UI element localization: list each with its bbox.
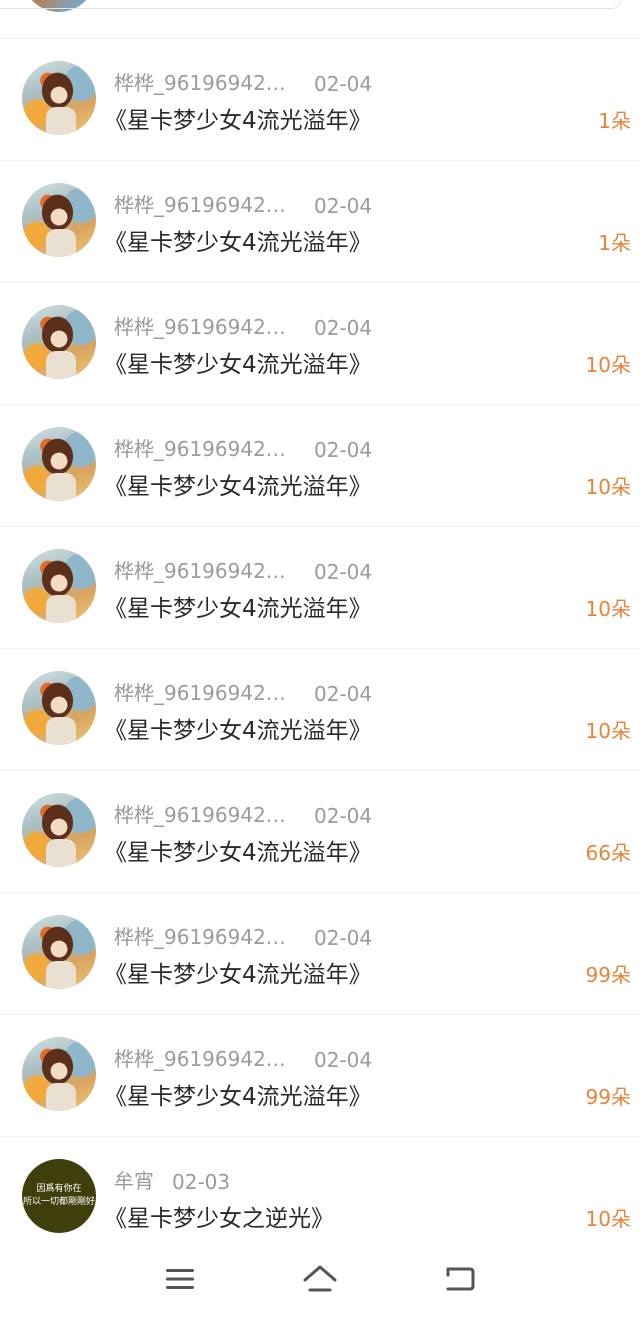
date: 02-04	[314, 316, 373, 340]
username[interactable]: 桦桦_96196942…	[114, 67, 294, 96]
back-icon	[446, 1267, 475, 1290]
item-meta: 桦桦_96196942… 02-04	[114, 921, 372, 950]
date: 02-04	[314, 1048, 373, 1072]
date: 02-03	[172, 1170, 231, 1194]
date: 02-04	[314, 438, 373, 462]
username[interactable]: 桦桦_96196942…	[114, 433, 294, 462]
item-meta: 牟宵 02-03	[114, 1165, 230, 1194]
work-title[interactable]: 《星卡梦少女4流光溢年》	[104, 101, 372, 135]
date: 02-04	[314, 804, 373, 828]
username[interactable]: 桦桦_96196942…	[114, 799, 294, 828]
avatar[interactable]	[22, 915, 96, 989]
avatar[interactable]	[22, 183, 96, 257]
list-item[interactable]: 桦桦_96196942… 02-04 《星卡梦少女4流光溢年》 99朵	[0, 893, 640, 1015]
avatar[interactable]	[22, 61, 96, 135]
avatar[interactable]: 因爲有你在 所以一切都剛剛好	[22, 1159, 96, 1233]
list-item[interactable]: 桦桦_96196942… 02-04 《星卡梦少女4流光溢年》 1朵	[0, 161, 640, 283]
gift-amount: 10朵	[585, 353, 631, 377]
username[interactable]: 牟宵	[114, 1165, 154, 1194]
username[interactable]: 桦桦_96196942…	[114, 311, 294, 340]
list-item[interactable]: 桦桦_96196942… 02-04 《星卡梦少女4流光溢年》 10朵	[0, 649, 640, 771]
avatar[interactable]	[22, 549, 96, 623]
gift-amount: 10朵	[585, 1207, 631, 1231]
item-meta: 桦桦_96196942… 02-04	[114, 189, 372, 218]
gift-amount: 10朵	[585, 719, 631, 743]
avatar-text-line1: 因爲有你在	[36, 1184, 82, 1194]
work-title[interactable]: 《星卡梦少女4流光溢年》	[104, 955, 372, 989]
avatar-text-line2: 所以一切都剛剛好	[22, 1197, 95, 1207]
card-edge	[0, 0, 621, 9]
list-item[interactable]: 桦桦_96196942… 02-04 《星卡梦少女4流光溢年》 66朵	[0, 771, 640, 893]
work-title[interactable]: 《星卡梦少女之逆光》	[104, 1199, 334, 1233]
work-title[interactable]: 《星卡梦少女4流光溢年》	[104, 345, 372, 379]
avatar[interactable]	[22, 671, 96, 745]
menu-button[interactable]	[150, 1249, 210, 1309]
gift-amount: 99朵	[585, 1085, 631, 1109]
item-meta: 桦桦_96196942… 02-04	[114, 555, 372, 584]
list-item[interactable]: 桦桦_96196942… 02-04 《星卡梦少女4流光溢年》 1朵	[0, 39, 640, 161]
work-title[interactable]: 《星卡梦少女4流光溢年》	[104, 589, 372, 623]
date: 02-04	[314, 72, 373, 96]
username[interactable]: 桦桦_96196942…	[114, 189, 294, 218]
avatar[interactable]	[22, 305, 96, 379]
item-meta: 桦桦_96196942… 02-04	[114, 433, 372, 462]
home-button[interactable]	[290, 1249, 350, 1309]
gift-amount: 1朵	[598, 109, 631, 133]
item-meta: 桦桦_96196942… 02-04	[114, 1043, 372, 1072]
gift-amount: 10朵	[585, 475, 631, 499]
gift-amount: 99朵	[585, 963, 631, 987]
gift-amount: 66朵	[585, 841, 631, 865]
gift-amount: 1朵	[598, 231, 631, 255]
work-title[interactable]: 《星卡梦少女4流光溢年》	[104, 223, 372, 257]
username[interactable]: 桦桦_96196942…	[114, 1043, 294, 1072]
previous-list-item-edge	[0, 0, 640, 39]
list-item[interactable]: 桦桦_96196942… 02-04 《星卡梦少女4流光溢年》 10朵	[0, 283, 640, 405]
back-button[interactable]	[430, 1249, 490, 1309]
avatar[interactable]	[22, 1037, 96, 1111]
list-item[interactable]: 桦桦_96196942… 02-04 《星卡梦少女4流光溢年》 10朵	[0, 405, 640, 527]
list-item[interactable]: 桦桦_96196942… 02-04 《星卡梦少女4流光溢年》 10朵	[0, 527, 640, 649]
home-icon	[303, 1265, 337, 1291]
username[interactable]: 桦桦_96196942…	[114, 677, 294, 706]
work-title[interactable]: 《星卡梦少女4流光溢年》	[104, 833, 372, 867]
date: 02-04	[314, 560, 373, 584]
date: 02-04	[314, 926, 373, 950]
item-meta: 桦桦_96196942… 02-04	[114, 799, 372, 828]
item-meta: 桦桦_96196942… 02-04	[114, 677, 372, 706]
work-title[interactable]: 《星卡梦少女4流光溢年》	[104, 711, 372, 745]
list-item[interactable]: 桦桦_96196942… 02-04 《星卡梦少女4流光溢年》 99朵	[0, 1015, 640, 1137]
menu-icon	[166, 1268, 194, 1289]
avatar[interactable]	[22, 427, 96, 501]
avatar[interactable]	[22, 793, 96, 867]
gift-list: 桦桦_96196942… 02-04 《星卡梦少女4流光溢年》 1朵 桦桦_961…	[0, 39, 640, 1259]
system-navigation-bar	[0, 1240, 640, 1317]
username[interactable]: 桦桦_96196942…	[114, 921, 294, 950]
item-meta: 桦桦_96196942… 02-04	[114, 67, 372, 96]
item-meta: 桦桦_96196942… 02-04	[114, 311, 372, 340]
username[interactable]: 桦桦_96196942…	[114, 555, 294, 584]
date: 02-04	[314, 682, 373, 706]
gift-amount: 10朵	[585, 597, 631, 621]
date: 02-04	[314, 194, 373, 218]
work-title[interactable]: 《星卡梦少女4流光溢年》	[104, 467, 372, 501]
work-title[interactable]: 《星卡梦少女4流光溢年》	[104, 1077, 372, 1111]
